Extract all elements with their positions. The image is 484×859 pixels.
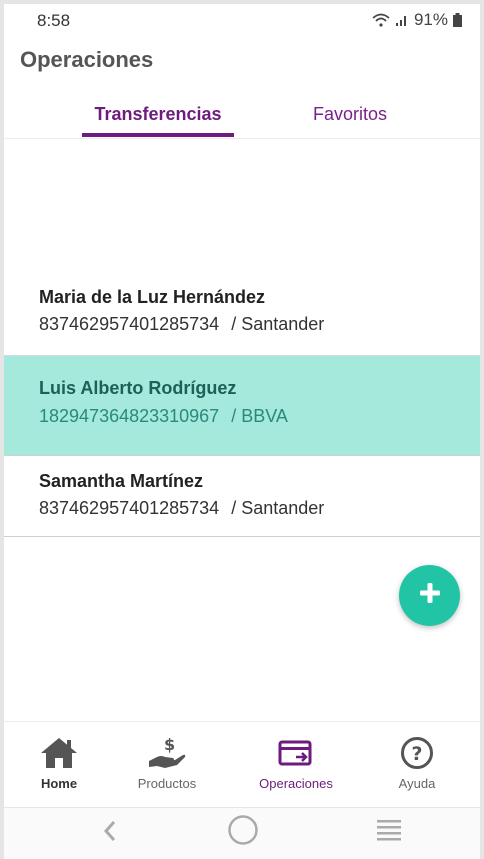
recents-menu-icon[interactable] <box>377 818 401 847</box>
tab-favoritos[interactable]: Favoritos <box>300 104 400 125</box>
help-circle-icon: ? <box>362 734 472 772</box>
contact-bank: / BBVA <box>231 406 288 426</box>
home-icon <box>4 734 114 772</box>
contact-account: 837462957401285734 <box>39 314 220 334</box>
phone-screen: 8:58 91% Operaciones Transferencias Favo… <box>4 4 480 859</box>
tab-bar: Transferencias Favoritos <box>4 96 480 139</box>
status-indicators: 91% <box>372 10 462 30</box>
nav-productos[interactable]: $ Productos <box>112 734 222 791</box>
status-bar: 8:58 91% <box>4 4 480 36</box>
list-item[interactable]: Maria de la Luz Hernández 83746295740128… <box>4 266 480 356</box>
nav-operaciones-label: Operaciones <box>259 776 333 791</box>
status-time: 8:58 <box>37 11 71 30</box>
back-icon[interactable] <box>102 820 118 847</box>
wifi-icon <box>372 13 390 27</box>
contact-account: 837462957401285734 <box>39 498 220 518</box>
nav-ayuda[interactable]: ? Ayuda <box>362 734 472 791</box>
list-item[interactable]: Samantha Martínez 837462957401285734 / Sa… <box>4 456 480 537</box>
contact-name: Maria de la Luz Hernández <box>39 287 266 307</box>
add-contact-button[interactable] <box>399 565 460 626</box>
contact-bank: / Santander <box>231 314 325 334</box>
svg-text:$: $ <box>164 735 175 754</box>
nav-ayuda-label: Ayuda <box>398 776 436 791</box>
home-circle-icon[interactable] <box>227 814 259 851</box>
contact-bank: / Santander <box>231 498 325 518</box>
list-item-selected[interactable]: Luis Alberto Rodríguez 18294736482331096… <box>4 356 480 456</box>
system-nav-bar <box>4 807 480 859</box>
contact-name: Luis Alberto Rodríguez <box>39 378 237 398</box>
signal-icon <box>395 13 409 27</box>
contact-detail: 837462957401285734 / Santander <box>39 314 324 335</box>
contact-account: 182947364823310967 <box>39 406 220 426</box>
transfer-card-icon <box>241 734 351 772</box>
battery-percent: 91% <box>413 10 448 29</box>
nav-home-label: Home <box>40 776 78 791</box>
svg-text:?: ? <box>411 743 422 765</box>
nav-productos-label: Productos <box>137 776 197 791</box>
contact-name: Samantha Martínez <box>39 471 204 491</box>
bottom-nav: Home $ Productos Operaciones ? Ayuda <box>4 721 480 808</box>
plus-icon <box>418 581 442 610</box>
contact-detail: 837462957401285734 / Santander <box>39 498 324 519</box>
money-hand-icon: $ <box>112 734 222 772</box>
nav-operaciones[interactable]: Operaciones <box>241 734 351 791</box>
contact-detail: 182947364823310967 / BBVA <box>39 406 288 427</box>
active-tab-indicator <box>82 133 234 137</box>
tab-transferencias[interactable]: Transferencias <box>82 104 234 125</box>
nav-home[interactable]: Home <box>4 734 114 791</box>
battery-icon <box>453 13 462 27</box>
page-title: Operaciones <box>20 47 154 72</box>
